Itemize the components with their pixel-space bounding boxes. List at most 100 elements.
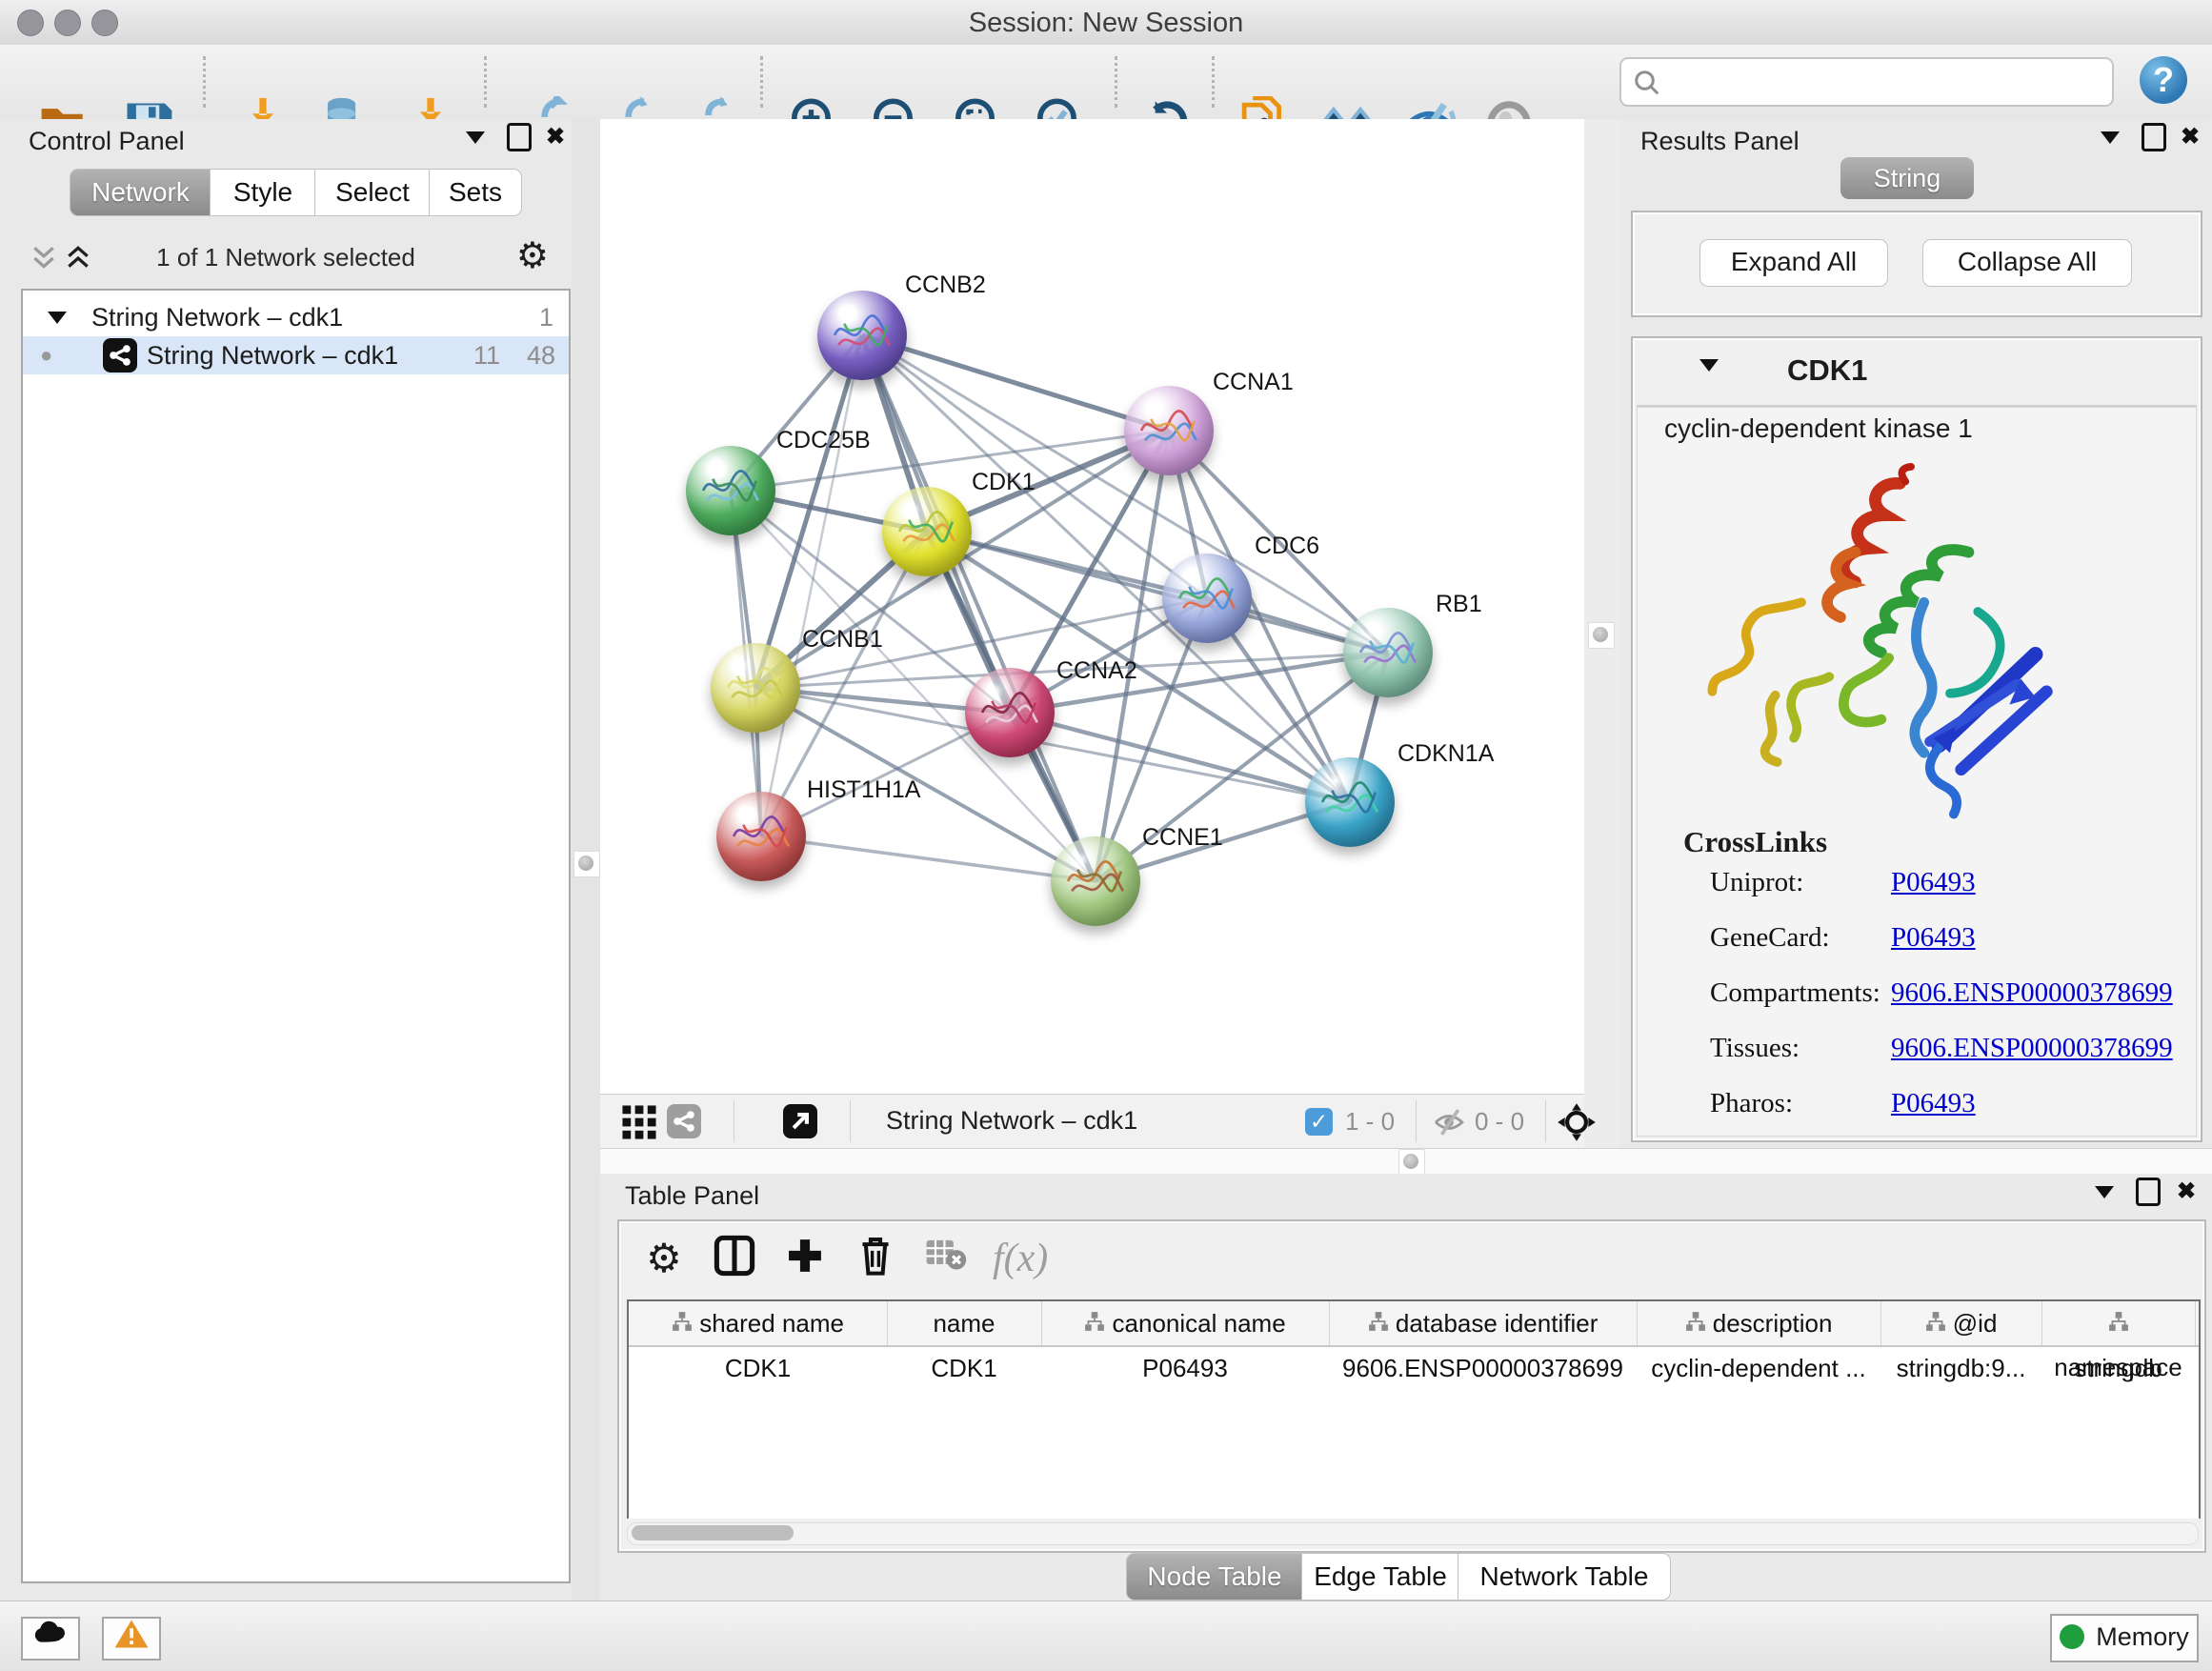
function-builder-icon[interactable]: f(x) [993,1235,1040,1282]
network-edge[interactable] [761,335,862,836]
tab-network-table[interactable]: Network Table [1458,1553,1671,1601]
tab-string[interactable]: String [1840,157,1974,199]
network-list-toolbar: 1 of 1 Network selected ⚙ [21,232,551,285]
add-column-icon[interactable] [781,1235,829,1282]
column-header-name[interactable]: name [887,1301,1042,1345]
control-panel-menu-button[interactable] [459,121,492,153]
help-button[interactable]: ? [2140,56,2187,104]
birdseye-crosshair-icon[interactable] [1557,1102,1597,1142]
tab-node-table[interactable]: Node Table [1126,1553,1303,1601]
tab-sets[interactable]: Sets [429,169,522,216]
toolbar-separator [203,56,206,108]
collapse-all-button[interactable]: Collapse All [1922,239,2132,287]
results-panel-close-button[interactable]: ✖ [2174,121,2206,153]
network-edge[interactable] [862,335,1169,431]
control-panel-float-button[interactable] [503,123,535,155]
results-panel-menu-button[interactable] [2094,121,2126,153]
memory-button[interactable]: Memory [2050,1614,2199,1662]
shared-column-icon [1925,1311,1946,1332]
table-cell[interactable]: P06493 [1041,1347,1329,1389]
control-panel-title: Control Panel [29,127,185,156]
hidden-node-edge-counts: 0 - 0 [1475,1107,1524,1137]
expand-all-button[interactable]: Expand All [1699,239,1888,287]
crosslink-link[interactable]: P06493 [1891,922,1976,954]
delete-column-trash-icon[interactable] [852,1235,899,1282]
right-splitter-handle[interactable] [1588,622,1615,649]
left-splitter[interactable] [572,119,600,1601]
network-collection-row[interactable]: String Network – cdk1 1 [23,298,569,336]
tab-edge-table[interactable]: Edge Table [1301,1553,1459,1601]
network-view-share-icon[interactable] [667,1104,701,1138]
table-cell[interactable]: stringdb:9... [1880,1347,2041,1389]
gene-collapse-icon[interactable] [1699,359,1719,376]
show-columns-icon[interactable] [711,1235,758,1282]
column-header-databaseidentifier[interactable]: database identifier [1329,1301,1638,1345]
column-header-description[interactable]: description [1637,1301,1881,1345]
network-options-gear-icon[interactable]: ⚙ [516,233,549,279]
horizontal-splitter-handle[interactable] [1398,1149,1425,1176]
protein-structure-image [1690,463,2061,835]
column-header-namespace[interactable]: namespace [2041,1301,2196,1345]
warning-button[interactable] [102,1617,161,1661]
column-header-sharedname[interactable]: shared name [629,1301,888,1345]
network-node-ccna2[interactable] [965,668,1055,757]
table-panel-menu-button[interactable] [2088,1176,2121,1208]
scrollbar-thumb[interactable] [632,1525,794,1540]
column-header-id[interactable]: @id [1880,1301,2042,1345]
network-node-cdc25b[interactable] [686,446,775,535]
protein-squiggle-icon [978,689,1041,735]
gene-section-header[interactable]: CDK1 [1637,342,2197,407]
window-title: Session: New Session [0,8,2212,39]
table-panel-float-button[interactable] [2132,1178,2164,1210]
table-horizontal-scrollbar[interactable] [627,1522,2199,1545]
network-node-cdk1[interactable] [882,487,972,576]
network-canvas[interactable]: CCNB2CCNA1CDC25BCDK1CDC6RB1CCNB1CCNA2CDK… [600,119,1584,1094]
network-row-selected[interactable]: ● String Network – cdk1 11 48 [23,336,569,374]
table-panel-close-button[interactable]: ✖ [2170,1176,2202,1208]
crosslink-link[interactable]: P06493 [1891,1088,1976,1119]
network-edge[interactable] [761,836,1096,881]
control-panel-close-button[interactable]: ✖ [539,121,572,153]
toolbar-divider [1416,1100,1417,1142]
column-header-canonicalname[interactable]: canonical name [1041,1301,1330,1345]
delete-table-icon[interactable] [922,1235,970,1282]
tab-network[interactable]: Network [70,169,211,216]
selected-checkbox-icon[interactable]: ✓ [1305,1108,1333,1136]
shared-column-icon [672,1311,693,1332]
table-options-gear-icon[interactable]: ⚙ [640,1235,688,1282]
horizontal-splitter[interactable] [600,1148,2212,1176]
network-node-ccne1[interactable] [1051,836,1140,926]
crosslink-label: Pharos: [1710,1088,1793,1119]
crosslink-link[interactable]: 9606.ENSP00000378699 [1891,1033,2173,1064]
results-panel-float-button[interactable] [2138,123,2170,155]
collection-expand-icon[interactable] [48,296,67,334]
crosslink-row: Compartments:9606.ENSP00000378699 [1638,977,2196,1025]
table-cell[interactable]: 9606.ENSP00000378699 [1329,1347,1637,1389]
table-cell[interactable]: cyclin-dependent ... [1637,1347,1880,1389]
crosslink-link[interactable]: P06493 [1891,867,1976,898]
toolbar-separator [484,56,487,108]
tab-select[interactable]: Select [314,169,431,216]
network-node-rb1[interactable] [1343,608,1433,697]
grid-view-icon[interactable] [621,1104,657,1140]
right-splitter[interactable] [1584,119,1622,1148]
crosslink-link[interactable]: 9606.ENSP00000378699 [1891,977,2173,1009]
tab-style[interactable]: Style [210,169,316,216]
detach-view-icon[interactable] [783,1104,817,1138]
network-node-cdkn1a[interactable] [1305,757,1395,847]
network-node-hist1h1a[interactable] [716,792,806,881]
hidden-eye-icon[interactable] [1431,1108,1467,1137]
network-node-ccnb2[interactable] [817,291,907,380]
cloud-button[interactable] [21,1617,80,1661]
search-input[interactable] [1671,63,2103,99]
table-cell[interactable]: stringdb [2041,1347,2195,1389]
left-splitter-handle[interactable] [573,851,600,877]
table-cell[interactable]: CDK1 [887,1347,1041,1389]
crosslinks-title: CrossLinks [1683,825,1827,859]
network-node-ccna1[interactable] [1124,386,1214,475]
node-label-hist1h1a: HIST1H1A [807,776,920,804]
crosslink-row: Pharos: P06493 [1638,1088,2196,1136]
network-node-ccnb1[interactable] [711,643,800,733]
network-node-cdc6[interactable] [1162,554,1252,643]
table-cell[interactable]: CDK1 [629,1347,887,1389]
